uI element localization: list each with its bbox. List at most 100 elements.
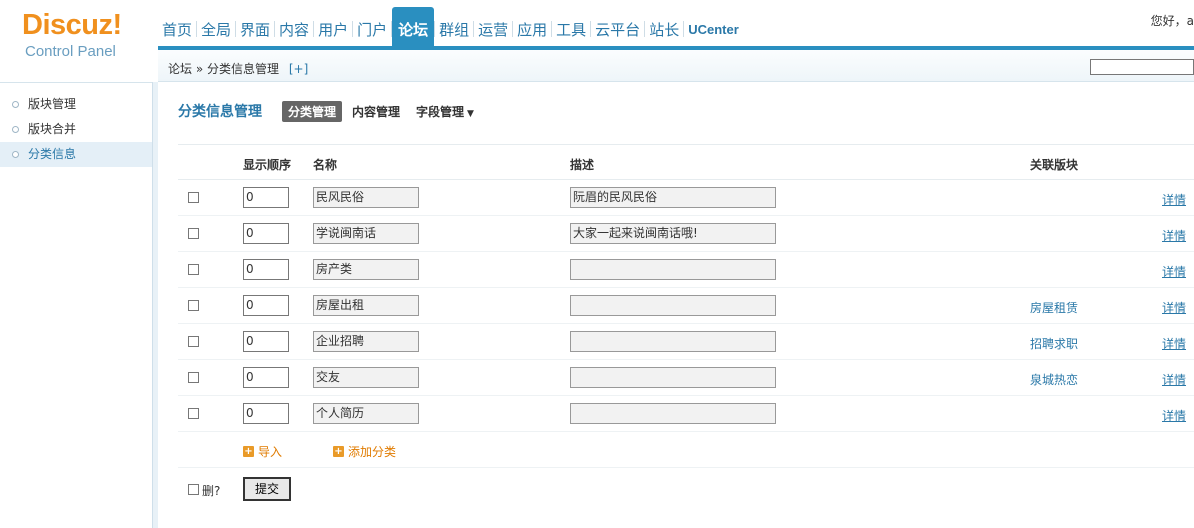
nav-item-label: 群组 — [439, 20, 470, 39]
bullet-icon — [12, 126, 19, 133]
row-checkbox[interactable] — [188, 408, 199, 419]
nav-item-13[interactable]: UCenter — [684, 7, 743, 47]
name-input[interactable]: 民风民俗 — [313, 187, 419, 208]
breadcrumb-current: 分类信息管理 — [207, 62, 280, 76]
import-label: 导入 — [258, 445, 283, 459]
tab-0[interactable]: 分类管理 — [282, 100, 343, 122]
sidebar-item-label: 分类信息 — [28, 147, 77, 161]
desc-input[interactable] — [570, 403, 776, 424]
logo-subtitle: Control Panel — [25, 43, 116, 60]
desc-input[interactable] — [570, 367, 776, 388]
tab-2[interactable]: 字段管理 ▼ — [416, 103, 474, 120]
detail-link[interactable]: 详情 — [1162, 407, 1186, 424]
name-input[interactable]: 房屋出租 — [313, 295, 419, 316]
nav-item-label: UCenter — [688, 21, 739, 37]
name-input[interactable]: 个人简历 — [313, 403, 419, 424]
breadcrumb-root[interactable]: 论坛 — [168, 62, 192, 76]
submit-button[interactable]: 提交 — [243, 477, 291, 501]
related-forum-link[interactable]: 房屋租赁 — [1030, 299, 1078, 316]
nav-item-11[interactable]: 云平台 — [591, 7, 644, 47]
nav-item-9[interactable]: 应用 — [513, 7, 551, 47]
order-input[interactable]: 0 — [243, 367, 289, 388]
nav-item-0[interactable]: 首页 — [158, 7, 196, 47]
row-checkbox[interactable] — [188, 192, 199, 203]
desc-input[interactable] — [570, 295, 776, 316]
nav-item-label: 站长 — [649, 20, 680, 39]
name-input[interactable]: 企业招聘 — [313, 331, 419, 352]
nav-item-8[interactable]: 运营 — [474, 7, 512, 47]
nav-item-5[interactable]: 门户 — [353, 7, 391, 47]
top-nav: 首页 全局 界面 内容 用户 门户 论坛 群组 运营 应用 工具 云平台 站长 UCenter — [158, 7, 743, 47]
header-desc: 描述 — [570, 158, 595, 172]
header-order: 显示顺序 — [243, 158, 292, 172]
nav-item-2[interactable]: 界面 — [236, 7, 274, 47]
delete-all-checkbox[interactable] — [188, 484, 199, 495]
desc-input[interactable]: 阮眉的民风民俗 — [570, 187, 776, 208]
table-row: 0 企业招聘 招聘求职 详情 — [178, 324, 1194, 360]
nav-item-6[interactable]: 论坛 — [392, 7, 435, 47]
sidebar-item-1[interactable]: 版块合并 — [0, 117, 152, 142]
nav-item-label: 运营 — [478, 20, 509, 39]
nav-item-4[interactable]: 用户 — [314, 7, 352, 47]
order-input[interactable]: 0 — [243, 331, 289, 352]
row-checkbox[interactable] — [188, 300, 199, 311]
nav-item-7[interactable]: 群组 — [435, 7, 473, 47]
nav-item-label: 云平台 — [595, 20, 641, 39]
logo[interactable]: Discuz! Control Panel — [0, 0, 158, 82]
desc-input[interactable] — [570, 259, 776, 280]
tab-1[interactable]: 内容管理 — [352, 103, 400, 120]
sub-tabs: 分类管理 内容管理 字段管理 ▼ — [282, 100, 490, 122]
sidebar-item-2[interactable]: 分类信息 — [0, 142, 152, 167]
name-input[interactable]: 房产类 — [313, 259, 419, 280]
nav-item-1[interactable]: 全局 — [197, 7, 235, 47]
table-actions-row: + 导入 + 添加分类 — [178, 432, 1194, 468]
desc-input[interactable]: 大家一起来说闽南话哦! — [570, 223, 776, 244]
order-input[interactable]: 0 — [243, 295, 289, 316]
plus-icon: + — [243, 446, 254, 457]
detail-link[interactable]: 详情 — [1162, 263, 1186, 280]
name-input[interactable]: 交友 — [313, 367, 419, 388]
sidebar-item-0[interactable]: 版块管理 — [0, 92, 152, 117]
row-checkbox[interactable] — [188, 264, 199, 275]
search-input[interactable] — [1090, 59, 1194, 75]
table-body: 0 民风民俗 阮眉的民风民俗 详情 0 学说闽南话 大家一起来说闽南话哦! 详情 0 房产类 详情 0… — [178, 180, 1194, 432]
bullet-icon — [12, 101, 19, 108]
row-checkbox[interactable] — [188, 336, 199, 347]
related-forum-link[interactable]: 泉城热恋 — [1030, 371, 1078, 388]
detail-link[interactable]: 详情 — [1162, 371, 1186, 388]
order-input[interactable]: 0 — [243, 187, 289, 208]
import-button[interactable]: + 导入 — [243, 443, 282, 460]
greeting-text: 您好，a — [1150, 14, 1194, 28]
name-input[interactable]: 学说闽南话 — [313, 223, 419, 244]
detail-link[interactable]: 详情 — [1162, 299, 1186, 316]
breadcrumb: 论坛 » 分类信息管理 [+] — [168, 60, 308, 77]
table-header: 显示顺序 名称 描述 关联版块 — [178, 144, 1194, 180]
detail-link[interactable]: 详情 — [1162, 191, 1186, 208]
nav-item-label: 门户 — [357, 20, 388, 39]
header: 首页 全局 界面 内容 用户 门户 论坛 群组 运营 应用 工具 云平台 站长 UCenter 您好，a — [0, 0, 1194, 50]
table-row: 0 学说闽南话 大家一起来说闽南话哦! 详情 — [178, 216, 1194, 252]
order-input[interactable]: 0 — [243, 223, 289, 244]
detail-link[interactable]: 详情 — [1162, 335, 1186, 352]
breadcrumb-separator: » — [195, 62, 204, 76]
add-category-label: 添加分类 — [348, 445, 397, 459]
row-checkbox[interactable] — [188, 228, 199, 239]
nav-item-10[interactable]: 工具 — [552, 7, 590, 47]
nav-item-label: 用户 — [318, 20, 349, 39]
chevron-down-icon: ▼ — [467, 108, 474, 119]
add-shortcut-button[interactable]: [+] — [289, 62, 308, 76]
header-name: 名称 — [313, 158, 338, 172]
tab-label: 字段管理 — [416, 104, 465, 119]
desc-input[interactable] — [570, 331, 776, 352]
table-row: 0 个人简历 详情 — [178, 396, 1194, 432]
related-forum-link[interactable]: 招聘求职 — [1030, 335, 1078, 352]
page-title: 分类信息管理 — [178, 104, 262, 120]
row-checkbox[interactable] — [188, 372, 199, 383]
nav-item-3[interactable]: 内容 — [275, 7, 313, 47]
add-category-button[interactable]: + 添加分类 — [333, 443, 396, 460]
order-input[interactable]: 0 — [243, 259, 289, 280]
table-row: 0 民风民俗 阮眉的民风民俗 详情 — [178, 180, 1194, 216]
nav-item-12[interactable]: 站长 — [645, 7, 683, 47]
order-input[interactable]: 0 — [243, 403, 289, 424]
detail-link[interactable]: 详情 — [1162, 227, 1186, 244]
